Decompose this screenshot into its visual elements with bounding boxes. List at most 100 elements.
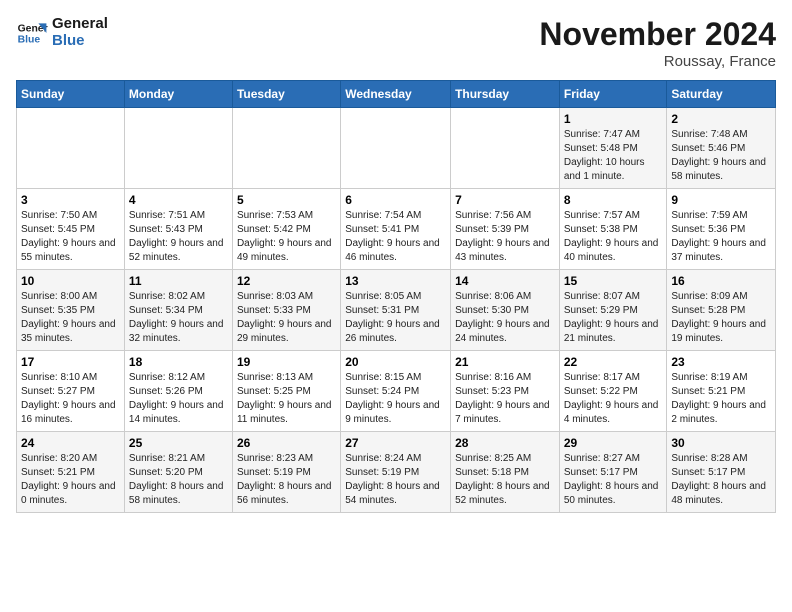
day-number: 8 xyxy=(564,193,663,207)
day-cell: 7 Sunrise: 7:56 AM Sunset: 5:39 PM Daylig… xyxy=(451,189,560,270)
day-cell: 3 Sunrise: 7:50 AM Sunset: 5:45 PM Daylig… xyxy=(17,189,125,270)
day-cell: 28 Sunrise: 8:25 AM Sunset: 5:18 PM Dayli… xyxy=(451,432,560,513)
day-number: 11 xyxy=(129,274,228,288)
day-info: Sunrise: 7:57 AM Sunset: 5:38 PM Dayligh… xyxy=(564,209,663,265)
day-number: 26 xyxy=(237,436,336,450)
day-number: 10 xyxy=(21,274,120,288)
day-number: 21 xyxy=(455,355,555,369)
svg-text:Blue: Blue xyxy=(18,34,41,45)
day-cell: 20Sunrise: 8:15 AM Sunset: 5:24 PM Dayli… xyxy=(341,351,451,432)
day-info: Sunrise: 8:03 AM Sunset: 5:33 PM Dayligh… xyxy=(237,290,336,346)
day-number: 7 xyxy=(455,193,555,207)
day-number: 17 xyxy=(21,355,120,369)
day-number: 23 xyxy=(671,355,771,369)
day-number: 4 xyxy=(129,193,228,207)
day-cell xyxy=(451,108,560,189)
day-number: 29 xyxy=(564,436,663,450)
day-number: 30 xyxy=(671,436,771,450)
col-header-saturday: Saturday xyxy=(667,81,776,108)
day-number: 25 xyxy=(129,436,228,450)
day-cell: 5Sunrise: 7:53 AM Sunset: 5:42 PM Daylig… xyxy=(232,189,340,270)
day-info: Sunrise: 8:27 AM Sunset: 5:17 PM Dayligh… xyxy=(564,452,663,508)
day-cell xyxy=(17,108,125,189)
day-cell: 15 Sunrise: 8:07 AM Sunset: 5:29 PM Dayli… xyxy=(559,270,667,351)
day-number: 2 xyxy=(671,112,771,126)
day-info: Sunrise: 8:13 AM Sunset: 5:25 PM Dayligh… xyxy=(237,371,336,427)
week-row-5: 24 Sunrise: 8:20 AM Sunset: 5:21 PM Dayli… xyxy=(17,432,776,513)
day-info: Sunrise: 8:07 AM Sunset: 5:29 PM Dayligh… xyxy=(564,290,663,346)
day-number: 24 xyxy=(21,436,120,450)
day-cell: 22 Sunrise: 8:17 AM Sunset: 5:22 PM Dayli… xyxy=(559,351,667,432)
day-number: 22 xyxy=(564,355,663,369)
day-cell: 12 Sunrise: 8:03 AM Sunset: 5:33 PM Dayli… xyxy=(232,270,340,351)
day-info: Sunrise: 8:02 AM Sunset: 5:34 PM Dayligh… xyxy=(129,290,228,346)
day-info: Sunrise: 7:47 AM Sunset: 5:48 PM Dayligh… xyxy=(564,128,663,184)
day-cell: 1 Sunrise: 7:47 AM Sunset: 5:48 PM Daylig… xyxy=(559,108,667,189)
day-cell: 25 Sunrise: 8:21 AM Sunset: 5:20 PM Dayli… xyxy=(124,432,232,513)
day-cell: 11 Sunrise: 8:02 AM Sunset: 5:34 PM Dayli… xyxy=(124,270,232,351)
day-number: 12 xyxy=(237,274,336,288)
day-info: Sunrise: 8:16 AM Sunset: 5:23 PM Dayligh… xyxy=(455,371,555,427)
day-cell xyxy=(341,108,451,189)
day-info: Sunrise: 8:05 AM Sunset: 5:31 PM Dayligh… xyxy=(345,290,446,346)
day-number: 16 xyxy=(671,274,771,288)
day-number: 3 xyxy=(21,193,120,207)
day-number: 15 xyxy=(564,274,663,288)
col-header-sunday: Sunday xyxy=(17,81,125,108)
day-cell: 23 Sunrise: 8:19 AM Sunset: 5:21 PM Dayli… xyxy=(667,351,776,432)
col-header-thursday: Thursday xyxy=(451,81,560,108)
day-info: Sunrise: 8:06 AM Sunset: 5:30 PM Dayligh… xyxy=(455,290,555,346)
day-info: Sunrise: 8:21 AM Sunset: 5:20 PM Dayligh… xyxy=(129,452,228,508)
day-info: Sunrise: 8:24 AM Sunset: 5:19 PM Dayligh… xyxy=(345,452,446,508)
day-cell: 19Sunrise: 8:13 AM Sunset: 5:25 PM Dayli… xyxy=(232,351,340,432)
day-cell: 2Sunrise: 7:48 AM Sunset: 5:46 PM Daylig… xyxy=(667,108,776,189)
day-cell: 9 Sunrise: 7:59 AM Sunset: 5:36 PM Daylig… xyxy=(667,189,776,270)
day-cell: 26Sunrise: 8:23 AM Sunset: 5:19 PM Dayli… xyxy=(232,432,340,513)
day-info: Sunrise: 8:19 AM Sunset: 5:21 PM Dayligh… xyxy=(671,371,771,427)
day-cell: 16 Sunrise: 8:09 AM Sunset: 5:28 PM Dayli… xyxy=(667,270,776,351)
day-info: Sunrise: 7:56 AM Sunset: 5:39 PM Dayligh… xyxy=(455,209,555,265)
logo-icon: General Blue xyxy=(16,17,48,49)
day-info: Sunrise: 8:12 AM Sunset: 5:26 PM Dayligh… xyxy=(129,371,228,427)
day-number: 1 xyxy=(564,112,663,126)
day-number: 6 xyxy=(345,193,446,207)
day-info: Sunrise: 8:25 AM Sunset: 5:18 PM Dayligh… xyxy=(455,452,555,508)
day-cell xyxy=(124,108,232,189)
day-cell: 21 Sunrise: 8:16 AM Sunset: 5:23 PM Dayli… xyxy=(451,351,560,432)
day-number: 14 xyxy=(455,274,555,288)
location: Roussay, France xyxy=(539,53,776,70)
day-info: Sunrise: 7:54 AM Sunset: 5:41 PM Dayligh… xyxy=(345,209,446,265)
day-number: 27 xyxy=(345,436,446,450)
day-cell: 6 Sunrise: 7:54 AM Sunset: 5:41 PM Daylig… xyxy=(341,189,451,270)
col-header-monday: Monday xyxy=(124,81,232,108)
day-info: Sunrise: 8:00 AM Sunset: 5:35 PM Dayligh… xyxy=(21,290,120,346)
day-cell: 10 Sunrise: 8:00 AM Sunset: 5:35 PM Dayli… xyxy=(17,270,125,351)
day-number: 13 xyxy=(345,274,446,288)
header-row: SundayMondayTuesdayWednesdayThursdayFrid… xyxy=(17,81,776,108)
logo-blue: Blue xyxy=(52,33,108,50)
day-cell: 18 Sunrise: 8:12 AM Sunset: 5:26 PM Dayli… xyxy=(124,351,232,432)
day-info: Sunrise: 7:50 AM Sunset: 5:45 PM Dayligh… xyxy=(21,209,120,265)
week-row-4: 17 Sunrise: 8:10 AM Sunset: 5:27 PM Dayli… xyxy=(17,351,776,432)
day-info: Sunrise: 8:17 AM Sunset: 5:22 PM Dayligh… xyxy=(564,371,663,427)
col-header-friday: Friday xyxy=(559,81,667,108)
day-info: Sunrise: 8:20 AM Sunset: 5:21 PM Dayligh… xyxy=(21,452,120,508)
day-info: Sunrise: 8:10 AM Sunset: 5:27 PM Dayligh… xyxy=(21,371,120,427)
logo: General Blue General Blue xyxy=(16,16,108,49)
day-number: 20 xyxy=(345,355,446,369)
day-cell: 13 Sunrise: 8:05 AM Sunset: 5:31 PM Dayli… xyxy=(341,270,451,351)
day-cell: 14 Sunrise: 8:06 AM Sunset: 5:30 PM Dayli… xyxy=(451,270,560,351)
day-info: Sunrise: 7:59 AM Sunset: 5:36 PM Dayligh… xyxy=(671,209,771,265)
header: General Blue General Blue November 2024 … xyxy=(16,16,776,70)
day-cell: 29 Sunrise: 8:27 AM Sunset: 5:17 PM Dayli… xyxy=(559,432,667,513)
month-title: November 2024 xyxy=(539,16,776,53)
day-number: 18 xyxy=(129,355,228,369)
day-cell: 27 Sunrise: 8:24 AM Sunset: 5:19 PM Dayli… xyxy=(341,432,451,513)
day-number: 28 xyxy=(455,436,555,450)
day-info: Sunrise: 7:53 AM Sunset: 5:42 PM Dayligh… xyxy=(237,209,336,265)
logo-general: General xyxy=(52,16,108,33)
day-number: 9 xyxy=(671,193,771,207)
day-cell: 4Sunrise: 7:51 AM Sunset: 5:43 PM Daylig… xyxy=(124,189,232,270)
day-info: Sunrise: 8:28 AM Sunset: 5:17 PM Dayligh… xyxy=(671,452,771,508)
day-info: Sunrise: 8:09 AM Sunset: 5:28 PM Dayligh… xyxy=(671,290,771,346)
